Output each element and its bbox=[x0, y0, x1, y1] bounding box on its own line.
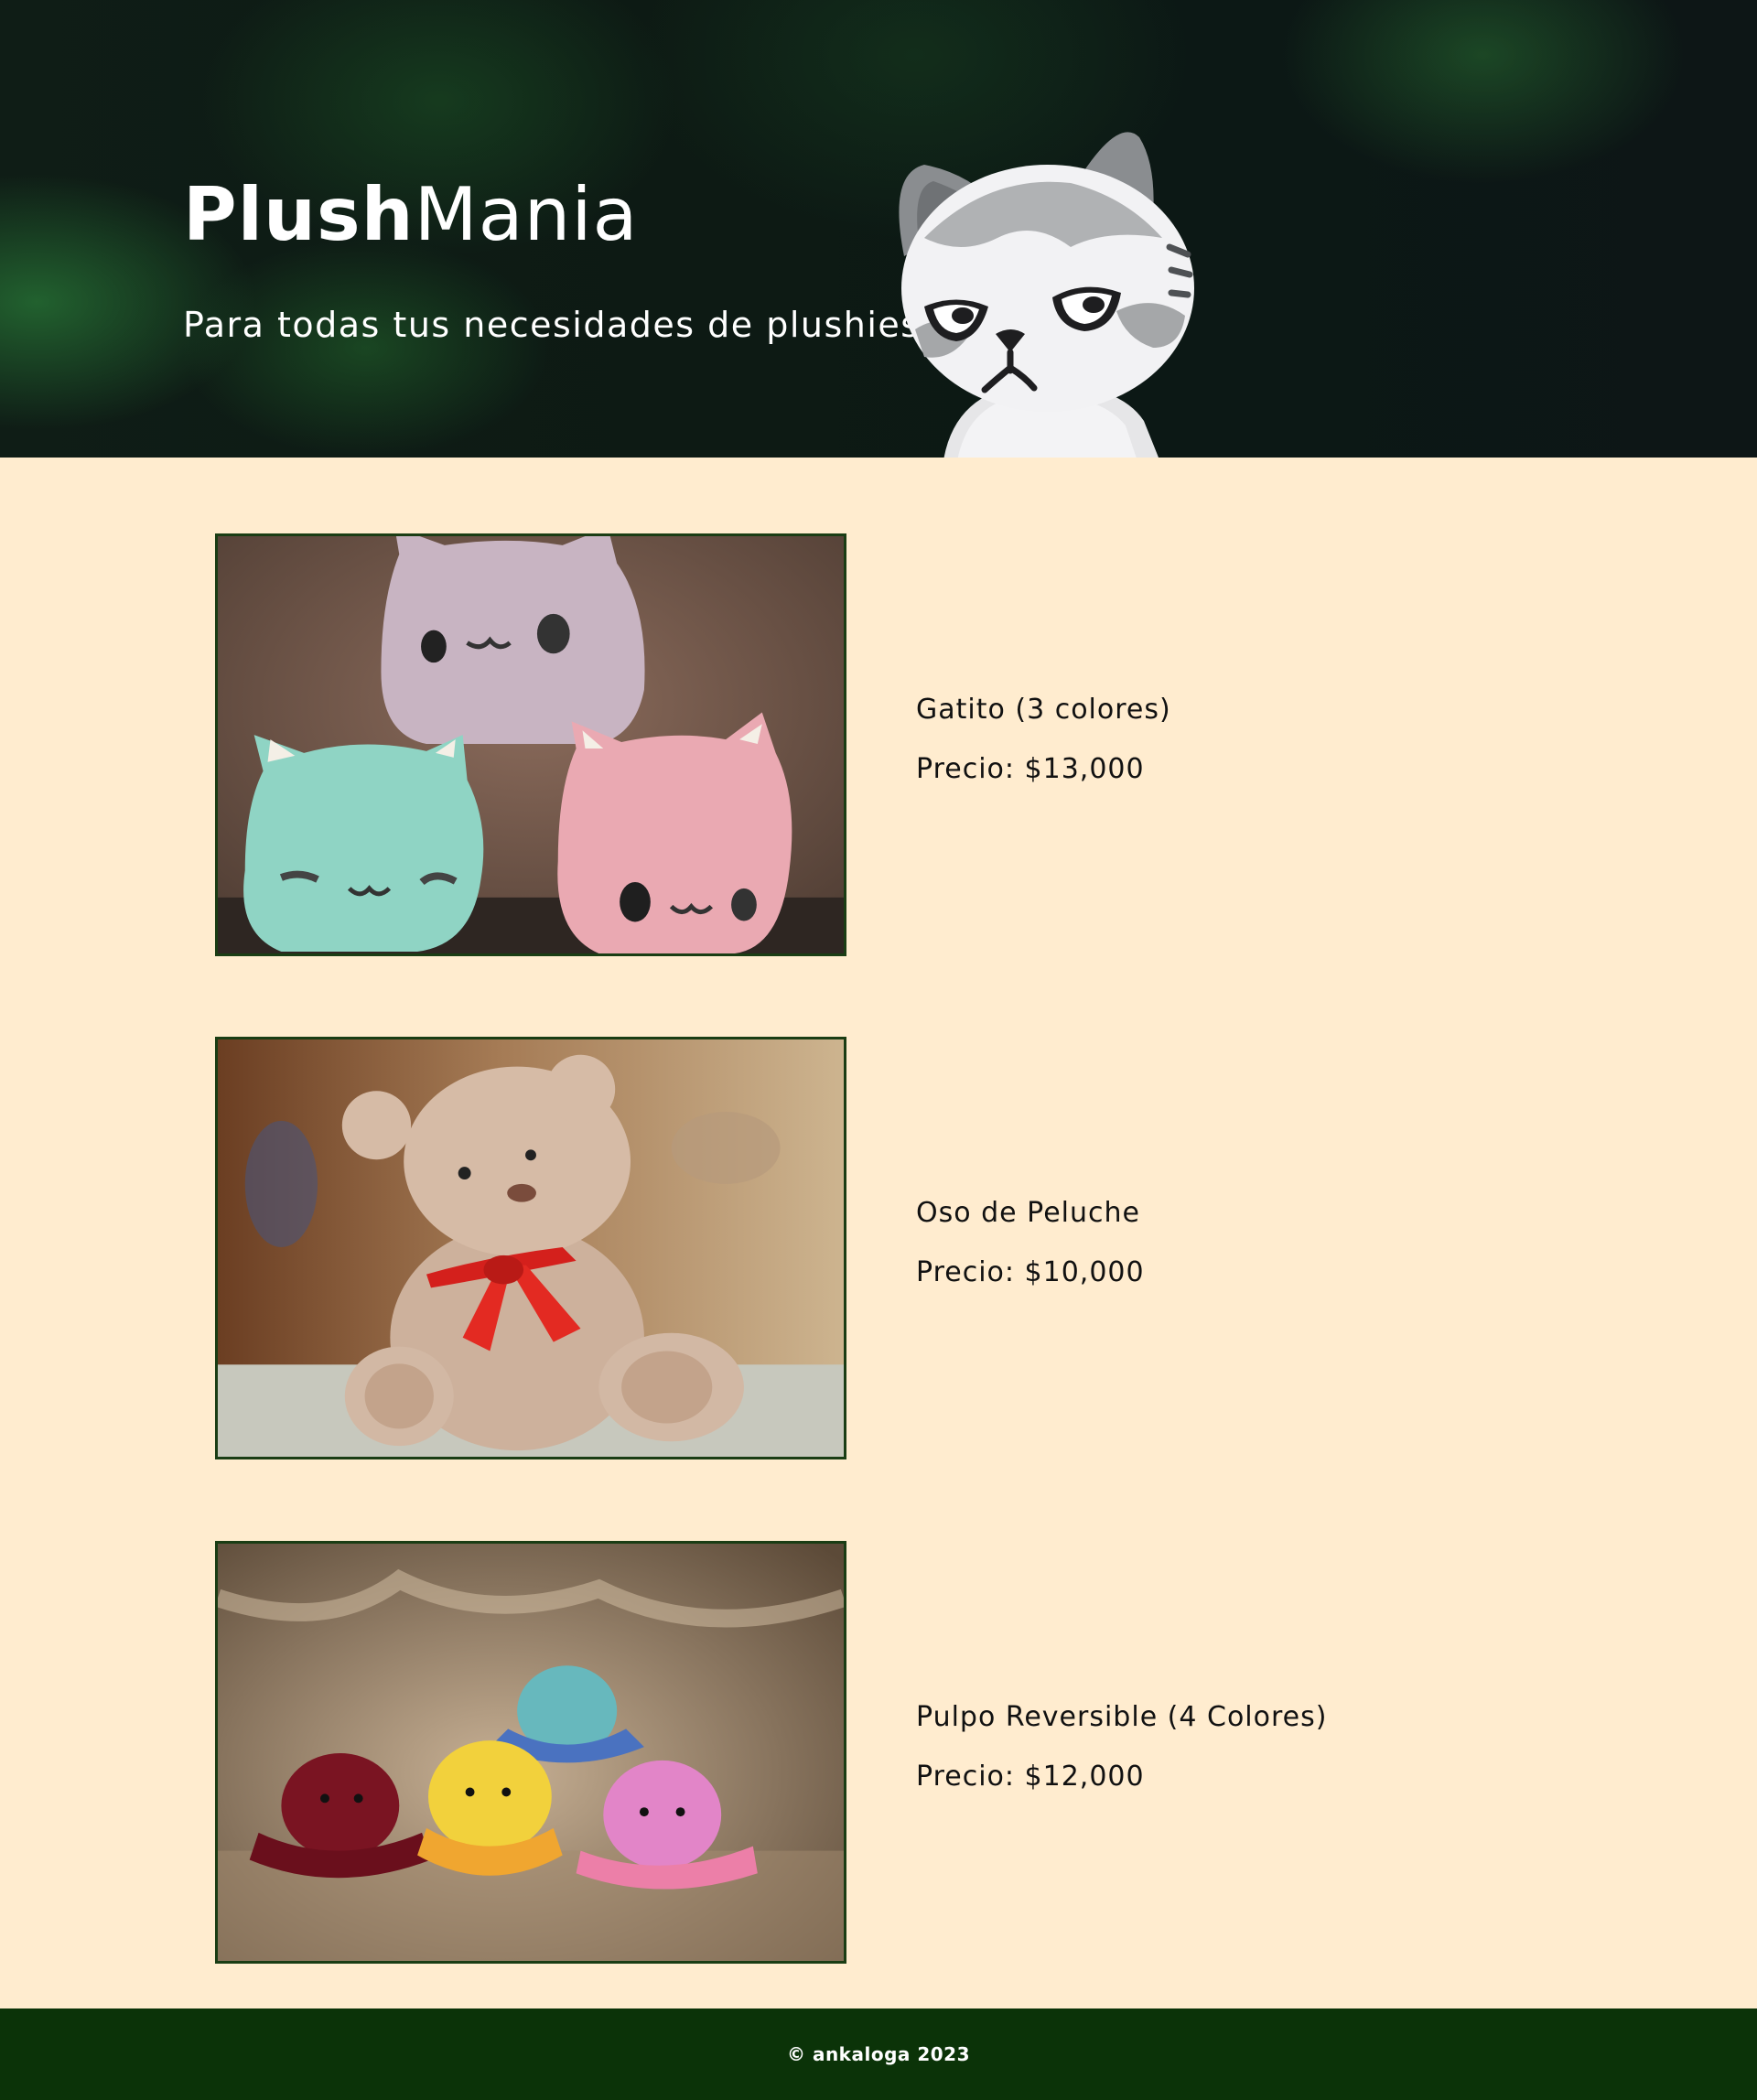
product-info-gatito: Gatito (3 colores) Precio: $13,000 bbox=[916, 694, 1171, 785]
hero-banner: PlushMania Para todas tus necesidades de… bbox=[0, 0, 1757, 458]
product-price: Precio: $10,000 bbox=[916, 1256, 1145, 1288]
site-footer: © ankaloga 2023 bbox=[0, 2008, 1757, 2100]
site-title-light: Mania bbox=[414, 172, 639, 257]
product-card-pulpo: Pulpo Reversible (4 Colores) Precio: $12… bbox=[215, 1541, 1496, 1964]
product-card-gatito: Gatito (3 colores) Precio: $13,000 bbox=[215, 533, 1496, 956]
site-tagline: Para todas tus necesidades de plushies! bbox=[183, 305, 936, 345]
product-image-oso bbox=[215, 1037, 846, 1459]
product-card-oso: Oso de Peluche Precio: $10,000 bbox=[215, 1037, 1496, 1459]
product-info-oso: Oso de Peluche Precio: $10,000 bbox=[916, 1197, 1145, 1288]
product-info-pulpo: Pulpo Reversible (4 Colores) Precio: $12… bbox=[916, 1701, 1327, 1793]
grumpy-cat-figurine-image bbox=[899, 132, 1194, 458]
site-title: PlushMania bbox=[183, 178, 639, 252]
product-name: Gatito (3 colores) bbox=[916, 694, 1171, 726]
product-name: Pulpo Reversible (4 Colores) bbox=[916, 1701, 1328, 1733]
product-image-pulpo bbox=[215, 1541, 846, 1964]
product-name: Oso de Peluche bbox=[916, 1197, 1140, 1229]
site-title-bold: Plush bbox=[183, 172, 415, 257]
product-price: Precio: $13,000 bbox=[916, 753, 1145, 785]
product-image-gatito bbox=[215, 533, 846, 956]
footer-copyright: © ankaloga 2023 bbox=[786, 2043, 971, 2065]
product-price: Precio: $12,000 bbox=[916, 1761, 1145, 1793]
